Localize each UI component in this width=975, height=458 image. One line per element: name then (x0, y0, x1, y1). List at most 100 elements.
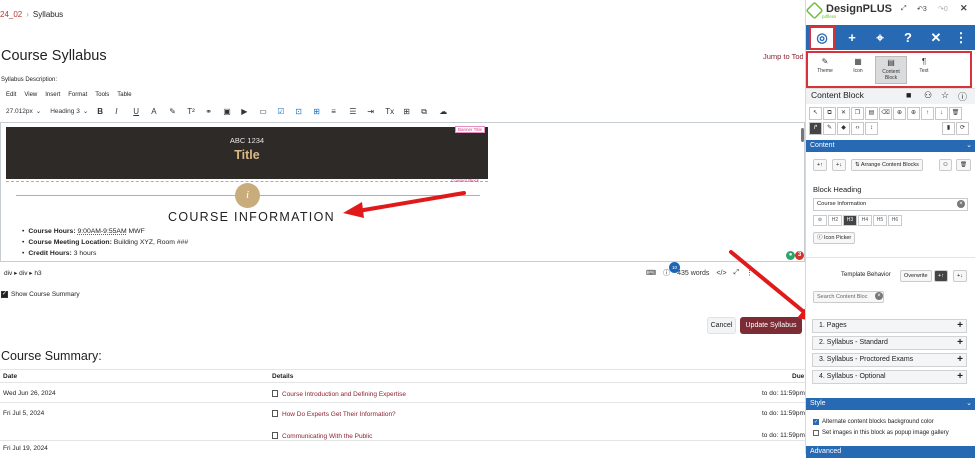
menu-insert[interactable]: Insert (45, 92, 60, 98)
insert-top-button[interactable]: +↑ (934, 270, 948, 282)
issue-count-badge[interactable]: 3 (795, 251, 804, 260)
menu-tools[interactable]: Tools (95, 92, 109, 98)
plus-icon[interactable]: + (957, 337, 963, 349)
media-icon[interactable]: ▶ (241, 107, 250, 116)
brush-icon[interactable]: ✎ (823, 122, 836, 135)
redo-button[interactable]: ↷0 (938, 5, 948, 13)
menu-edit[interactable]: Edit (6, 92, 16, 98)
refresh-icon[interactable]: ⟳ (956, 122, 969, 135)
paste-icon[interactable]: ▤ (865, 107, 878, 120)
heading-h2-button[interactable]: H2 (828, 215, 842, 226)
people-icon[interactable]: ⚇ (924, 90, 932, 101)
designplus-check-icon[interactable]: ☑ (277, 107, 286, 116)
assignment-title[interactable]: How Do Experts Get Their Information? (282, 411, 396, 418)
info-circle-icon[interactable]: ⓘ (958, 90, 967, 103)
superscript-icon[interactable]: T² (187, 107, 196, 116)
add-after-button[interactable]: +↓ (832, 159, 846, 171)
insert-before-icon[interactable]: ⊕ (893, 107, 906, 120)
highlight-icon[interactable]: ✎ (169, 107, 178, 116)
alternate-background-option[interactable]: ✓ Alternate content blocks background col… (813, 419, 934, 425)
delete-block-icon[interactable]: ✕ (837, 107, 850, 120)
assignment-title[interactable]: Course Introduction and Defining Experti… (282, 391, 406, 398)
designplus-plus-icon[interactable]: ⊞ (313, 107, 322, 116)
more-vertical-icon[interactable]: ⋮ (950, 25, 972, 50)
row-assignment-link[interactable]: Course Introduction and Defining Experti… (272, 390, 406, 398)
style-section-header[interactable]: Style ⌄ (806, 398, 975, 410)
embed-icon[interactable]: ⧉ (421, 107, 430, 116)
link-icon[interactable]: ⚭ (205, 107, 214, 116)
show-summary-checkbox[interactable]: ✓ Show Course Summary (1, 291, 80, 298)
share-icon[interactable]: ↱ (809, 122, 822, 135)
video-icon[interactable]: ■ (906, 90, 911, 100)
document-icon[interactable]: ▭ (259, 107, 268, 116)
accessibility-pin-icon[interactable]: ● (786, 251, 795, 260)
menu-table[interactable]: Table (117, 92, 131, 98)
block-format-select[interactable]: Heading 3 ⌄ (50, 107, 88, 116)
help-icon[interactable]: ? (894, 25, 922, 50)
tile-theme[interactable]: ✎ Theme (809, 56, 841, 84)
tag-icon[interactable]: ◆ (837, 122, 850, 135)
clear-format-icon[interactable]: ⌫ (879, 107, 892, 120)
block-heading-input[interactable]: Course Information × (813, 198, 968, 211)
select-icon[interactable]: ↖ (809, 107, 822, 120)
heading-h5-button[interactable]: H5 (873, 215, 887, 226)
bold-icon[interactable]: B (97, 107, 106, 116)
plus-icon[interactable]: + (957, 371, 963, 383)
table-icon[interactable]: ⊞ (403, 107, 412, 116)
menu-view[interactable]: View (24, 92, 37, 98)
overwrite-button[interactable]: Overwrite (900, 270, 932, 282)
plus-icon[interactable]: + (957, 354, 963, 366)
target-icon[interactable]: ◎ (809, 26, 835, 50)
clear-search-icon[interactable]: × (875, 292, 883, 300)
checkbox-icon[interactable]: ✓ (1, 291, 8, 298)
more-icon[interactable]: ⋮ (746, 269, 753, 277)
text-color-icon[interactable]: A (151, 107, 160, 116)
row-assignment-link[interactable]: Communicating With the Public (272, 432, 372, 440)
tools-icon[interactable]: ✕ (922, 25, 950, 50)
template-item[interactable]: 1. Pages + (812, 319, 967, 333)
no-heading-icon[interactable]: ⊘ (813, 215, 827, 226)
font-size-select[interactable]: 27.012px ⌄ (6, 107, 41, 116)
menu-format[interactable]: Format (68, 92, 87, 98)
checkbox-icon[interactable] (813, 430, 819, 436)
trash-icon[interactable]: 🗑 (949, 107, 962, 120)
trash-button[interactable]: 🗑 (956, 159, 971, 171)
heading-h3-button[interactable]: H3 (843, 215, 857, 226)
breadcrumb-course[interactable]: 24_02 (0, 10, 22, 19)
italic-icon[interactable]: I (115, 107, 124, 116)
heading-h4-button[interactable]: H4 (858, 215, 872, 226)
list-icon[interactable]: ☰ (349, 107, 358, 116)
arrange-content-blocks-button[interactable]: ⇅ Arrange Content Blocks (851, 159, 923, 171)
clear-format-icon[interactable]: Tx (385, 107, 394, 116)
tile-content-block[interactable]: ▤ Content Block (875, 56, 907, 84)
vertical-move-icon[interactable]: ↕ (865, 122, 878, 135)
tile-icon[interactable]: ▦ Icon (842, 56, 874, 84)
designplus-wand-icon[interactable]: ⊡ (295, 107, 304, 116)
popup-gallery-option[interactable]: Set images in this block as popup image … (813, 430, 949, 436)
content-section-header[interactable]: Content ⌄ (806, 140, 975, 152)
fullscreen-icon[interactable]: ⤢ (734, 269, 740, 277)
advanced-section-header[interactable]: Advanced (806, 446, 975, 458)
add-icon[interactable]: + (838, 25, 866, 50)
template-item[interactable]: 4. Syllabus - Optional + (812, 370, 967, 384)
insert-bottom-button[interactable]: +↓ (953, 270, 967, 282)
template-item[interactable]: 2. Syllabus - Standard + (812, 336, 967, 350)
expand-icon[interactable]: ⤢ (901, 5, 907, 13)
undo-button[interactable]: ↶3 (917, 5, 927, 13)
clear-icon[interactable]: × (957, 200, 965, 208)
cloud-icon[interactable]: ☁ (439, 107, 448, 116)
star-icon[interactable]: ☆ (941, 90, 949, 101)
clipboard-icon[interactable]: ▮ (942, 122, 955, 135)
move-down-icon[interactable]: ↓ (935, 107, 948, 120)
indent-icon[interactable]: ⇥ (367, 107, 376, 116)
checkbox-icon[interactable]: ✓ (813, 419, 819, 425)
html-toggle-button[interactable]: </> (716, 270, 726, 277)
assignment-title[interactable]: Communicating With the Public (282, 433, 372, 440)
add-before-button[interactable]: +↑ (813, 159, 827, 171)
copy-icon[interactable]: ⧉ (823, 107, 836, 120)
keyboard-icon[interactable]: ⌨ (646, 269, 656, 277)
update-syllabus-button[interactable]: Update Syllabus (740, 317, 802, 334)
image-icon[interactable]: ▣ (223, 107, 232, 116)
tile-text[interactable]: ¶ Text (908, 56, 940, 84)
align-icon[interactable]: ≡ (331, 107, 340, 116)
